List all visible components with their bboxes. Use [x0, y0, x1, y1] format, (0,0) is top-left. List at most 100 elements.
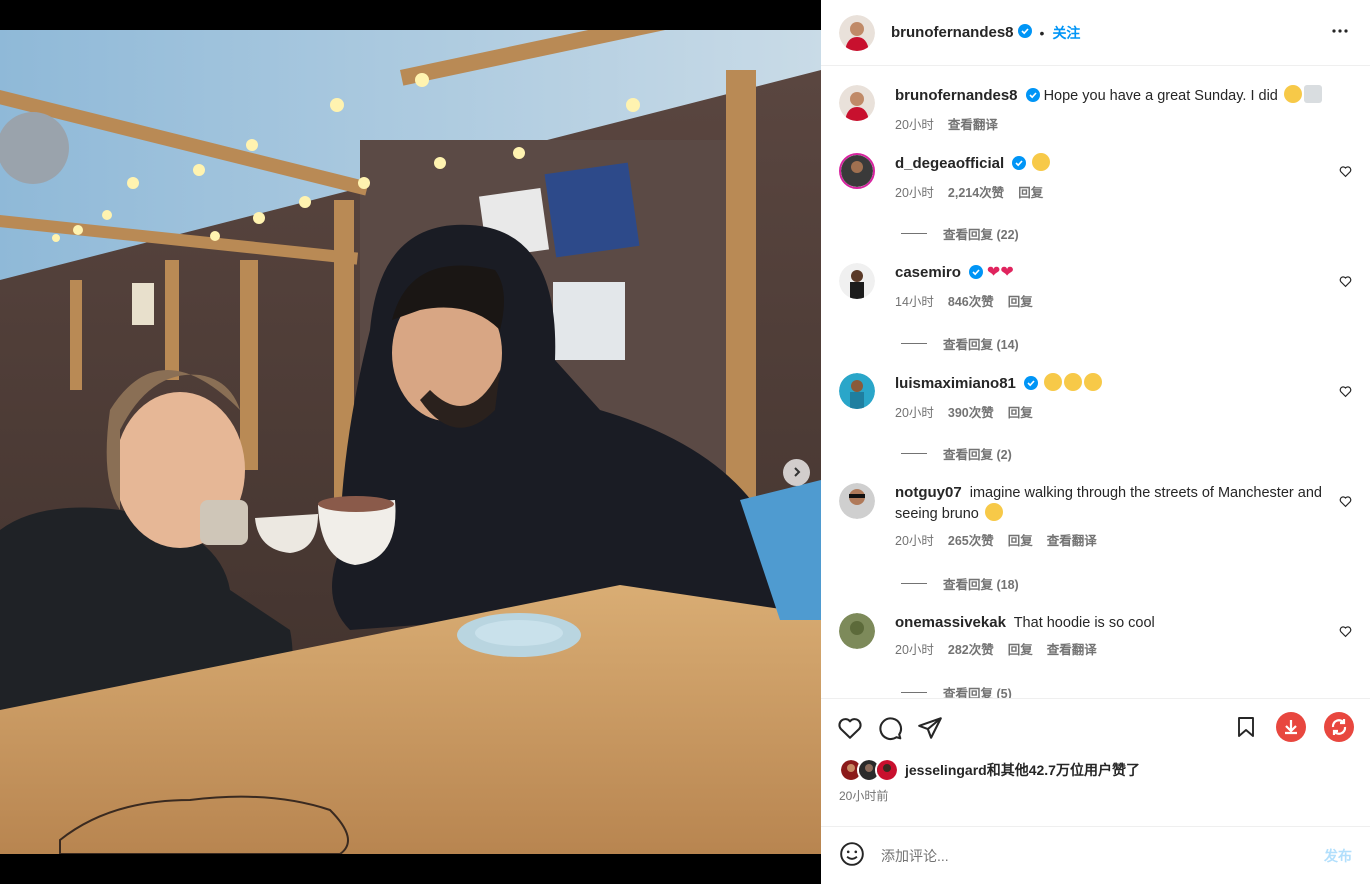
comment-likes[interactable]: 846次赞 — [948, 291, 994, 310]
photo-pane — [0, 0, 821, 884]
liked-by-others[interactable]: 和其他42.7万位用户赞了 — [987, 762, 1140, 778]
separator-dot: • — [1039, 24, 1045, 41]
more-icon[interactable] — [1328, 19, 1352, 46]
post-header: brunofernandes8 • 关注 — [821, 0, 1370, 66]
replies-line — [901, 453, 927, 454]
comment-time: 20小时 — [895, 186, 934, 200]
grin-emoji-icon — [1283, 85, 1302, 103]
commenter-username[interactable]: notguy07 — [895, 484, 962, 501]
view-replies-button[interactable]: 查看回复 (14) — [901, 334, 1019, 353]
translate-link[interactable]: 查看翻译 — [1047, 530, 1097, 549]
comment-text: That hoodie is so cool — [1013, 615, 1155, 631]
comment-likes[interactable]: 390次赞 — [948, 402, 994, 421]
liked-by-user[interactable]: jesselingard — [905, 762, 987, 778]
heart-eyes-emoji-icon — [1032, 153, 1051, 171]
caption-username[interactable]: brunofernandes8 — [895, 87, 1018, 104]
view-replies-button[interactable]: 查看回复 (2) — [901, 444, 1012, 463]
view-replies-button[interactable]: 查看回复 (5) — [901, 683, 1012, 698]
reply-button[interactable]: 回复 — [1008, 402, 1033, 421]
liker-avatar — [875, 758, 899, 782]
add-comment-bar: 发布 — [821, 826, 1370, 884]
comment-item: notguy07 imagine walking through the str… — [839, 483, 1354, 549]
comment-time: 20小时 — [895, 534, 934, 548]
author-avatar[interactable] — [839, 14, 875, 51]
download-icon[interactable] — [1276, 711, 1306, 745]
likers-avatars[interactable] — [839, 758, 899, 782]
commenter-username[interactable]: luismaximiano81 — [895, 375, 1016, 392]
post-side-panel: brunofernandes8 • 关注 brunofernandes8 Hop… — [821, 0, 1370, 884]
reply-button[interactable]: 回复 — [1008, 291, 1033, 310]
commenter-avatar[interactable] — [839, 613, 875, 649]
post-comment-button[interactable]: 发布 — [1324, 846, 1352, 866]
author-username[interactable]: brunofernandes8 — [891, 24, 1014, 41]
comment-item: onemassivekak That hoodie is so cool 20小… — [839, 613, 1354, 658]
comment-item: luismaximiano81 20小时 390次赞 回复 — [839, 373, 1354, 421]
reply-button[interactable]: 回复 — [1018, 182, 1043, 201]
replies-line — [901, 343, 927, 344]
comment-time: 14小时 — [895, 295, 934, 309]
reply-button[interactable]: 回复 — [1008, 639, 1033, 658]
view-replies-label: 查看回复 (18) — [943, 578, 1019, 592]
likes-summary: jesselingard和其他42.7万位用户赞了 — [821, 757, 1370, 783]
caption: brunofernandes8 Hope you have a great Su… — [839, 85, 1354, 133]
like-comment-heart-icon[interactable] — [1339, 385, 1352, 401]
post-actions: jesselingard和其他42.7万位用户赞了 20小时前 — [821, 698, 1370, 804]
verified-icon — [1023, 376, 1038, 396]
chevron-right-icon — [791, 465, 803, 481]
reply-button[interactable]: 回复 — [1008, 530, 1033, 549]
view-replies-label: 查看回复 (2) — [943, 448, 1012, 462]
comments-list[interactable]: brunofernandes8 Hope you have a great Su… — [821, 67, 1370, 698]
view-replies-label: 查看回复 (22) — [943, 228, 1019, 242]
comment-input[interactable] — [881, 847, 1316, 864]
follow-button[interactable]: 关注 — [1052, 23, 1080, 43]
commenter-avatar[interactable] — [839, 153, 875, 189]
post-image — [0, 30, 821, 854]
commenter-avatar[interactable] — [839, 263, 875, 299]
heart-icon[interactable] — [837, 715, 863, 741]
caption-text: Hope you have a great Sunday. I did — [1043, 88, 1278, 104]
commenter-username[interactable]: onemassivekak — [895, 614, 1006, 631]
like-comment-heart-icon[interactable] — [1339, 165, 1352, 181]
comment-item: d_degeaofficial 20小时 2,214次赞 回复 — [839, 153, 1354, 201]
comment-likes[interactable]: 265次赞 — [948, 530, 994, 549]
replies-line — [901, 583, 927, 584]
comment-likes[interactable]: 2,214次赞 — [948, 182, 1004, 201]
comment-time: 20小时 — [895, 643, 934, 657]
bookmark-icon[interactable] — [1234, 715, 1258, 742]
commenter-avatar[interactable] — [839, 373, 875, 409]
commenter-username[interactable]: d_degeaofficial — [895, 155, 1004, 172]
author-avatar[interactable] — [839, 85, 875, 121]
replies-line — [901, 692, 927, 693]
heart-eyes-emoji-icon — [1063, 373, 1082, 391]
translate-link[interactable]: 查看翻译 — [1047, 639, 1097, 658]
caption-time: 20小时 — [895, 118, 934, 132]
comment-time: 20小时 — [895, 406, 934, 420]
verified-icon — [1012, 156, 1027, 176]
comment-likes[interactable]: 282次赞 — [948, 639, 994, 658]
view-replies-label: 查看回复 (5) — [943, 687, 1012, 698]
commenter-avatar[interactable] — [839, 483, 875, 519]
view-replies-label: 查看回复 (14) — [943, 338, 1019, 352]
share-icon[interactable] — [917, 715, 943, 741]
heart-eyes-emoji-icon — [984, 503, 1003, 521]
replies-line — [901, 233, 927, 234]
carousel-next-button[interactable] — [783, 459, 810, 486]
post-photo[interactable] — [0, 30, 821, 854]
coffee-emoji-icon — [1303, 85, 1322, 103]
verified-icon — [1025, 88, 1040, 108]
commenter-username[interactable]: casemiro — [895, 264, 961, 281]
comment-item: casemiro ❤❤ 14小时 846次赞 回复 — [839, 263, 1354, 310]
view-replies-button[interactable]: 查看回复 (22) — [901, 224, 1019, 243]
verified-icon — [1017, 24, 1032, 41]
like-comment-heart-icon[interactable] — [1339, 495, 1352, 511]
verified-icon — [968, 265, 983, 285]
emoji-icon[interactable] — [839, 841, 865, 870]
refresh-icon[interactable] — [1324, 711, 1354, 745]
view-replies-button[interactable]: 查看回复 (18) — [901, 574, 1019, 593]
post-time: 20小时前 — [839, 789, 889, 803]
comment-icon[interactable] — [877, 715, 903, 741]
like-comment-heart-icon[interactable] — [1339, 275, 1352, 291]
heart-eyes-emoji-icon — [1043, 373, 1062, 391]
translate-link[interactable]: 查看翻译 — [948, 114, 998, 133]
like-comment-heart-icon[interactable] — [1339, 625, 1352, 641]
